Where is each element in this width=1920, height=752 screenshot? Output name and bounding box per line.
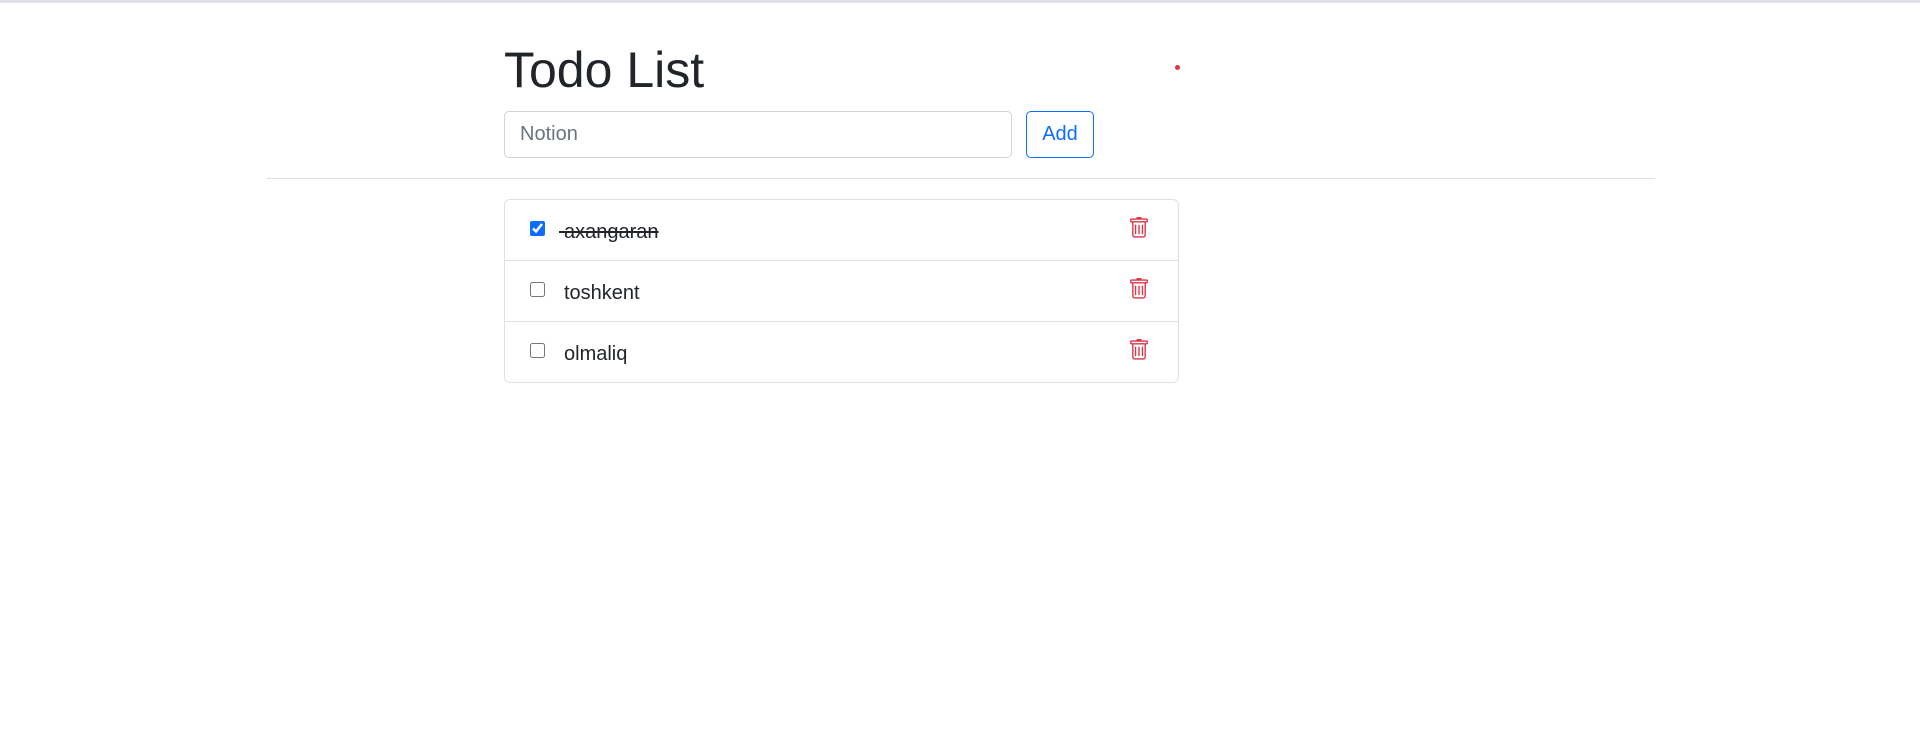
trash-icon [1128,277,1154,301]
top-border [0,0,1920,3]
todo-text[interactable]: toshkent [564,279,640,307]
todo-text[interactable]: olmaliq [564,340,627,368]
delete-button[interactable] [1128,336,1154,364]
add-button[interactable]: Add [1026,111,1094,158]
divider [266,178,1655,179]
trash-icon [1128,216,1154,240]
todo-checkbox[interactable] [530,343,545,358]
delete-button[interactable] [1128,275,1154,303]
todo-checkbox[interactable] [530,221,545,236]
trash-icon [1128,338,1154,362]
todo-list: axangaran toshkent olmaliq [504,199,1179,383]
page-title: Todo List [504,42,705,98]
todo-input[interactable] [504,111,1012,158]
todo-item: olmaliq [505,322,1178,382]
todo-item: toshkent [505,261,1178,322]
todo-item: axangaran [505,200,1178,261]
delete-button[interactable] [1128,214,1154,242]
red-dot-marker [1175,65,1180,70]
todo-text[interactable]: axangaran [564,218,659,246]
todo-checkbox[interactable] [530,282,545,297]
